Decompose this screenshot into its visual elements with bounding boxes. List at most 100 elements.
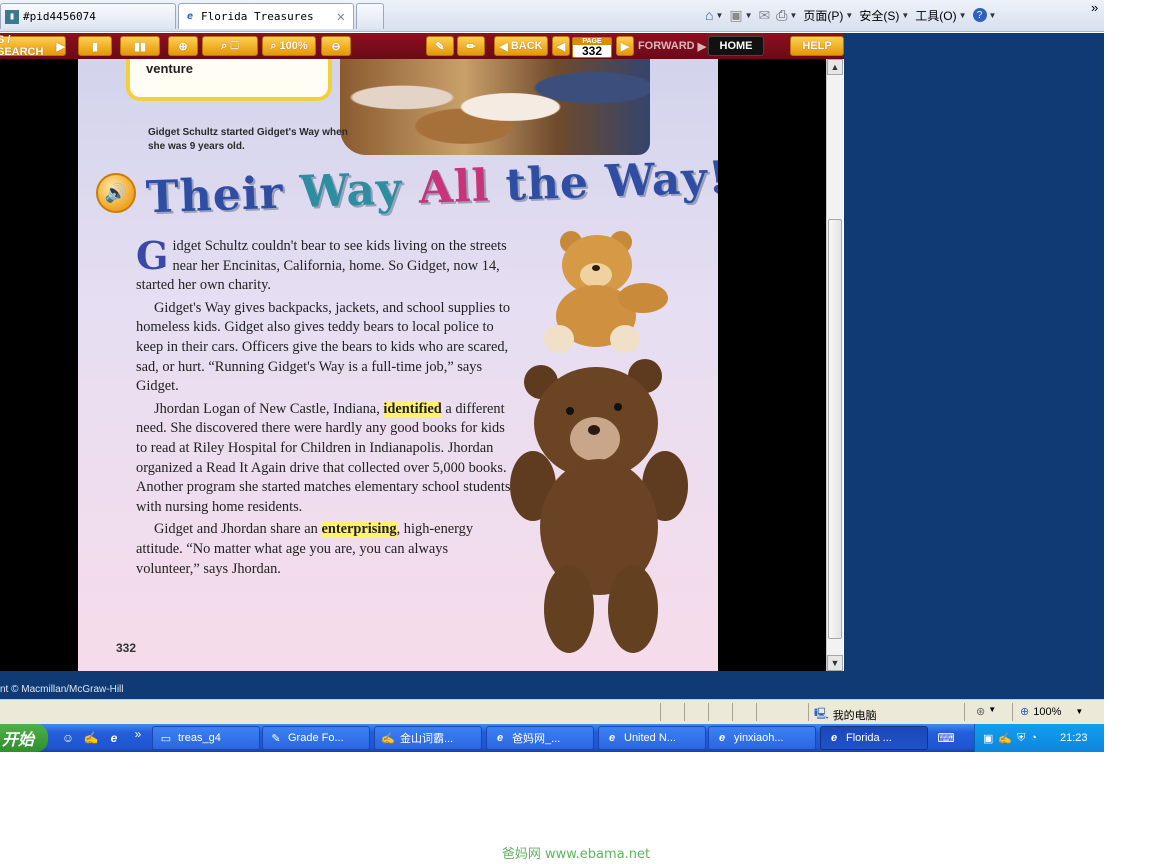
- two-page-button[interactable]: ▮▮: [120, 36, 160, 56]
- zoom-100-button[interactable]: ⌕ 100%: [262, 36, 316, 56]
- chevron-down-icon: ▼: [789, 10, 798, 20]
- chevron-down-icon: ▼: [988, 10, 997, 20]
- status-divider: [660, 703, 661, 721]
- arrow-left-icon: ◀: [499, 40, 508, 53]
- zoom-out-icon: ⊖: [331, 40, 341, 53]
- scroll-thumb[interactable]: [828, 219, 842, 639]
- vertical-scrollbar[interactable]: ▲ ▼: [826, 59, 843, 671]
- book-page: venture Gidget Schultz started Gidget's …: [78, 59, 718, 671]
- protected-mode-control[interactable]: ⊛ ▼: [976, 705, 996, 718]
- viewer-margin-right: [718, 59, 826, 671]
- chevron-down-icon: ▼: [845, 10, 854, 20]
- taskbar-item-ebama[interactable]: e 爸妈网_...: [486, 726, 594, 750]
- zoom-in-button[interactable]: ⊕: [168, 36, 198, 56]
- home-button[interactable]: HOME: [708, 36, 764, 56]
- close-icon[interactable]: ✕: [337, 9, 345, 25]
- mail-command[interactable]: ✉: [759, 7, 771, 24]
- taskbar-item-florida[interactable]: e Florida ...: [820, 726, 928, 750]
- previous-page-button[interactable]: ◀: [552, 36, 570, 56]
- status-divider: [756, 703, 757, 721]
- status-divider: [1012, 703, 1013, 721]
- chevron-down-icon: ▼: [744, 10, 753, 20]
- taskbar-item-yinxiaoh[interactable]: e yinxiaoh...: [708, 726, 816, 750]
- paint-icon: ✎: [271, 732, 281, 745]
- security-zone[interactable]: 🖳 我的电脑: [814, 705, 877, 724]
- paragraph-1: Gidget Schultz couldn't bear to see kids…: [136, 233, 507, 294]
- print-command[interactable]: ⎙ ▼: [776, 7, 797, 24]
- ie-icon[interactable]: e: [106, 730, 122, 746]
- arrow-right-icon: ▶: [697, 40, 707, 53]
- zoom-icon: ⊕: [1020, 706, 1030, 718]
- tab-florida-treasures[interactable]: e Florida Treasures ✕: [178, 3, 354, 29]
- keyboard-icon[interactable]: ⌨: [937, 730, 954, 746]
- taskbar-item-dictionary[interactable]: ✍ 金山词霸...: [374, 726, 482, 750]
- back-button[interactable]: ◀ BACK: [494, 36, 548, 56]
- clock[interactable]: 21:23: [1060, 732, 1088, 744]
- single-page-icon: ▮: [91, 40, 99, 53]
- vocabulary-box: venture: [126, 59, 332, 101]
- article-headline: Their Way All the Way!: [145, 152, 718, 224]
- teddy-bear-small-image: [536, 227, 676, 357]
- print-icon: ⎙: [776, 6, 788, 23]
- ie-icon: e: [496, 732, 504, 744]
- next-page-button[interactable]: ▶: [616, 36, 634, 56]
- zoom-control[interactable]: ⊕ 100% ▼: [1020, 705, 1083, 719]
- scroll-up-button[interactable]: ▲: [827, 59, 843, 75]
- paragraph-3: Jhordan Logan of New Castle, Indiana, id…: [136, 400, 511, 515]
- tab-label: #pid4456074: [23, 10, 96, 23]
- security-icon[interactable]: ⛨: [1017, 732, 1025, 745]
- taskbar-item-grade[interactable]: ✎ Grade Fo...: [262, 726, 370, 750]
- dictionary-icon[interactable]: ✍: [83, 730, 99, 746]
- watermark: 爸妈网 www.ebama.net: [501, 847, 651, 862]
- search-button[interactable]: S / SEARCH ▶: [0, 34, 66, 58]
- feeds-command[interactable]: ▣ ▼: [729, 7, 752, 24]
- volume-icon[interactable]: ◔: [1030, 732, 1037, 744]
- page-number-box[interactable]: PAGE 332: [572, 37, 612, 58]
- page-menu[interactable]: 页面(P) ▼: [803, 7, 853, 24]
- highlighter-button[interactable]: ✎: [426, 36, 454, 56]
- command-bar: ⌂ ▼ ▣ ▼ ✉ ⎙ ▼ 页面(P) ▼ 安全(S) ▼ 工具(O) ▼ ? ▼: [705, 4, 996, 26]
- status-divider: [808, 703, 809, 721]
- network-icon[interactable]: ▣: [983, 732, 993, 745]
- photo-girl-with-teddy-bears: [340, 59, 650, 155]
- help-menu[interactable]: ? ▼: [972, 8, 997, 22]
- viewer-margin-left: [0, 59, 78, 671]
- taskbar-item-united[interactable]: e United N...: [598, 726, 706, 750]
- zoom-out-button[interactable]: ⊖: [321, 36, 351, 56]
- vocabulary-word-identified[interactable]: identified: [383, 400, 442, 417]
- vocabulary-word-enterprising[interactable]: enterprising: [321, 521, 397, 538]
- single-page-button[interactable]: ▮: [78, 36, 112, 56]
- mail-icon: ✉: [758, 6, 771, 23]
- taskbar-item-treas-g4[interactable]: ▭ treas_g4: [152, 726, 260, 750]
- ie-icon: e: [608, 732, 616, 744]
- status-bar: 🖳 我的电脑 ⊛ ▼ ⊕ 100% ▼: [0, 699, 1104, 724]
- messenger-icon[interactable]: ☺: [60, 730, 76, 746]
- home-command[interactable]: ⌂ ▼: [705, 7, 723, 23]
- tab-pid[interactable]: ▮ #pid4456074: [0, 3, 176, 29]
- scroll-down-button[interactable]: ▼: [827, 655, 843, 671]
- pen-icon: ✏: [466, 40, 476, 53]
- zoom-in-icon: ⊕: [178, 40, 188, 53]
- quicklaunch-more-icon[interactable]: »: [130, 726, 146, 742]
- zoom-area-button[interactable]: ⌕ ⬚: [202, 36, 258, 56]
- page-number: 332: [116, 641, 137, 655]
- audio-speaker-button[interactable]: 🔊: [96, 173, 136, 213]
- new-tab-button[interactable]: [356, 3, 384, 29]
- help-icon: ?: [972, 8, 987, 22]
- dictionary-icon[interactable]: ✍: [998, 732, 1012, 745]
- pen-button[interactable]: ✏: [457, 36, 485, 56]
- feed-icon: ▣: [729, 6, 743, 23]
- safety-menu[interactable]: 安全(S) ▼: [859, 7, 909, 24]
- drop-cap: G: [136, 233, 169, 278]
- status-divider: [708, 703, 709, 721]
- zoom-area-icon: ⌕ ⬚: [221, 39, 239, 52]
- more-commands-icon[interactable]: »: [1091, 0, 1098, 15]
- help-button[interactable]: HELP: [790, 36, 844, 56]
- forward-button[interactable]: FORWARD ▶: [638, 36, 707, 56]
- home-icon: ⌂: [705, 7, 714, 23]
- start-button[interactable]: 开始: [0, 724, 48, 752]
- tools-menu[interactable]: 工具(O) ▼: [915, 7, 966, 24]
- globe-icon: ⊛: [976, 706, 986, 718]
- two-page-icon: ▮▮: [133, 40, 147, 53]
- photo-caption: Gidget Schultz started Gidget's Way when…: [148, 127, 348, 152]
